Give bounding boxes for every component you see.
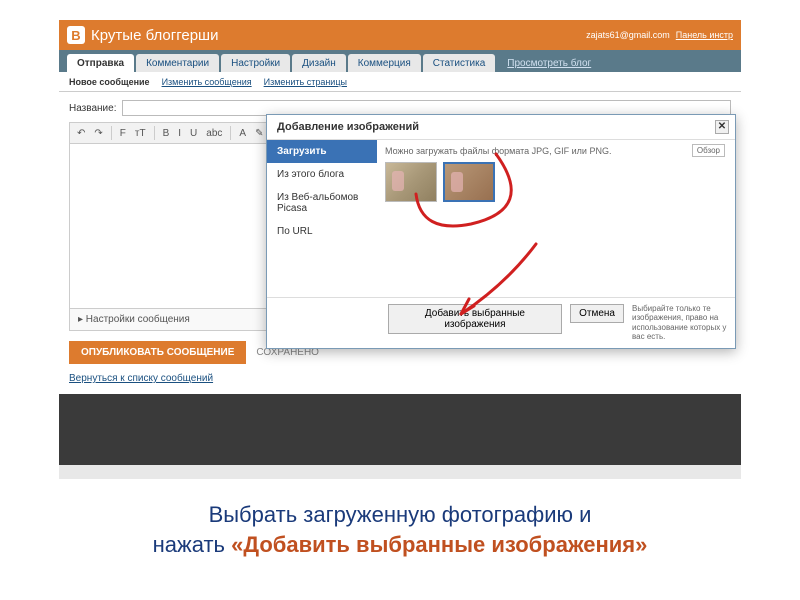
dialog-sidebar: Загрузить Из этого блога Из Веб-альбомов… — [267, 140, 377, 297]
rights-note: Выбирайте только те изображения, право н… — [632, 304, 727, 342]
dialog-body: Загрузить Из этого блога Из Веб-альбомов… — [267, 140, 735, 297]
cancel-button[interactable]: Отмена — [570, 304, 624, 323]
site-title: Крутые блоггерши — [91, 27, 218, 44]
subtab-edit-pages[interactable]: Изменить страницы — [264, 77, 347, 87]
logo-title: B Крутые блоггерши — [67, 26, 218, 44]
taskbar-strip — [59, 465, 741, 479]
tab-stats[interactable]: Статистика — [423, 54, 496, 72]
dialog-titlebar: Добавление изображений ✕ — [267, 115, 735, 140]
blogger-logo-icon: B — [67, 26, 85, 44]
side-url[interactable]: По URL — [267, 220, 377, 243]
side-picasa[interactable]: Из Веб-альбомов Picasa — [267, 186, 377, 220]
panel-link[interactable]: Панель инстр — [676, 30, 733, 40]
upload-hint: Можно загружать файлы формата JPG, GIF и… — [385, 146, 727, 156]
dialog-main: Обзор Можно загружать файлы формата JPG,… — [377, 140, 735, 297]
subtab-new-post[interactable]: Новое сообщение — [69, 77, 150, 87]
highlight-icon[interactable]: ✎ — [252, 126, 266, 141]
add-selected-button[interactable]: Добавить выбранные изображения — [388, 304, 562, 334]
thumbnail-1[interactable] — [385, 162, 437, 202]
browse-button[interactable]: Обзор — [692, 144, 725, 157]
view-blog-link[interactable]: Просмотреть блог — [497, 54, 601, 72]
caption-line2b: «Добавить выбранные изображения» — [231, 532, 647, 557]
top-bar: B Крутые блоггерши zajats61@gmail.com Па… — [59, 20, 741, 50]
redo-icon[interactable]: ↷ — [91, 126, 105, 141]
side-from-blog[interactable]: Из этого блога — [267, 163, 377, 186]
font-size-icon[interactable]: тТ — [132, 126, 149, 141]
close-icon[interactable]: ✕ — [715, 120, 729, 134]
tab-send[interactable]: Отправка — [67, 54, 134, 72]
dialog-footer: Добавить выбранные изображения Отмена Вы… — [267, 297, 735, 348]
caption-line1: Выбрать загруженную фотографию и — [80, 500, 720, 530]
side-upload[interactable]: Загрузить — [267, 140, 377, 163]
font-family-icon[interactable]: F — [117, 126, 129, 141]
sub-tabs: Новое сообщение Изменить сообщения Измен… — [59, 72, 741, 92]
caption-line2a: нажать — [153, 532, 232, 557]
separator — [230, 126, 231, 140]
instruction-caption: Выбрать загруженную фотографию и нажать … — [80, 500, 720, 559]
tab-commerce[interactable]: Коммерция — [348, 54, 421, 72]
underline-icon[interactable]: U — [187, 126, 200, 141]
main-tabs: Отправка Комментарии Настройки Дизайн Ко… — [59, 50, 741, 72]
italic-icon[interactable]: I — [175, 126, 184, 141]
thumbnail-2-selected[interactable] — [443, 162, 495, 202]
text-color-icon[interactable]: A — [236, 126, 249, 141]
separator — [111, 126, 112, 140]
tab-comments[interactable]: Комментарии — [136, 54, 219, 72]
bold-icon[interactable]: B — [160, 126, 173, 141]
title-label: Название: — [69, 103, 116, 114]
dialog-title: Добавление изображений — [277, 121, 419, 133]
undo-icon[interactable]: ↶ — [74, 126, 88, 141]
strike-icon[interactable]: abc — [203, 126, 225, 141]
subtab-edit-posts[interactable]: Изменить сообщения — [162, 77, 252, 87]
user-email: zajats61@gmail.com — [586, 30, 670, 40]
back-to-list-link[interactable]: Вернуться к списку сообщений — [69, 371, 213, 384]
tab-settings[interactable]: Настройки — [221, 54, 290, 72]
thumbnails — [385, 162, 727, 202]
user-info: zajats61@gmail.com Панель инстр — [586, 30, 733, 40]
add-images-dialog: Добавление изображений ✕ Загрузить Из эт… — [266, 114, 736, 349]
publish-button[interactable]: ОПУБЛИКОВАТЬ СООБЩЕНИЕ — [69, 341, 246, 364]
tab-design[interactable]: Дизайн — [292, 54, 346, 72]
separator — [154, 126, 155, 140]
